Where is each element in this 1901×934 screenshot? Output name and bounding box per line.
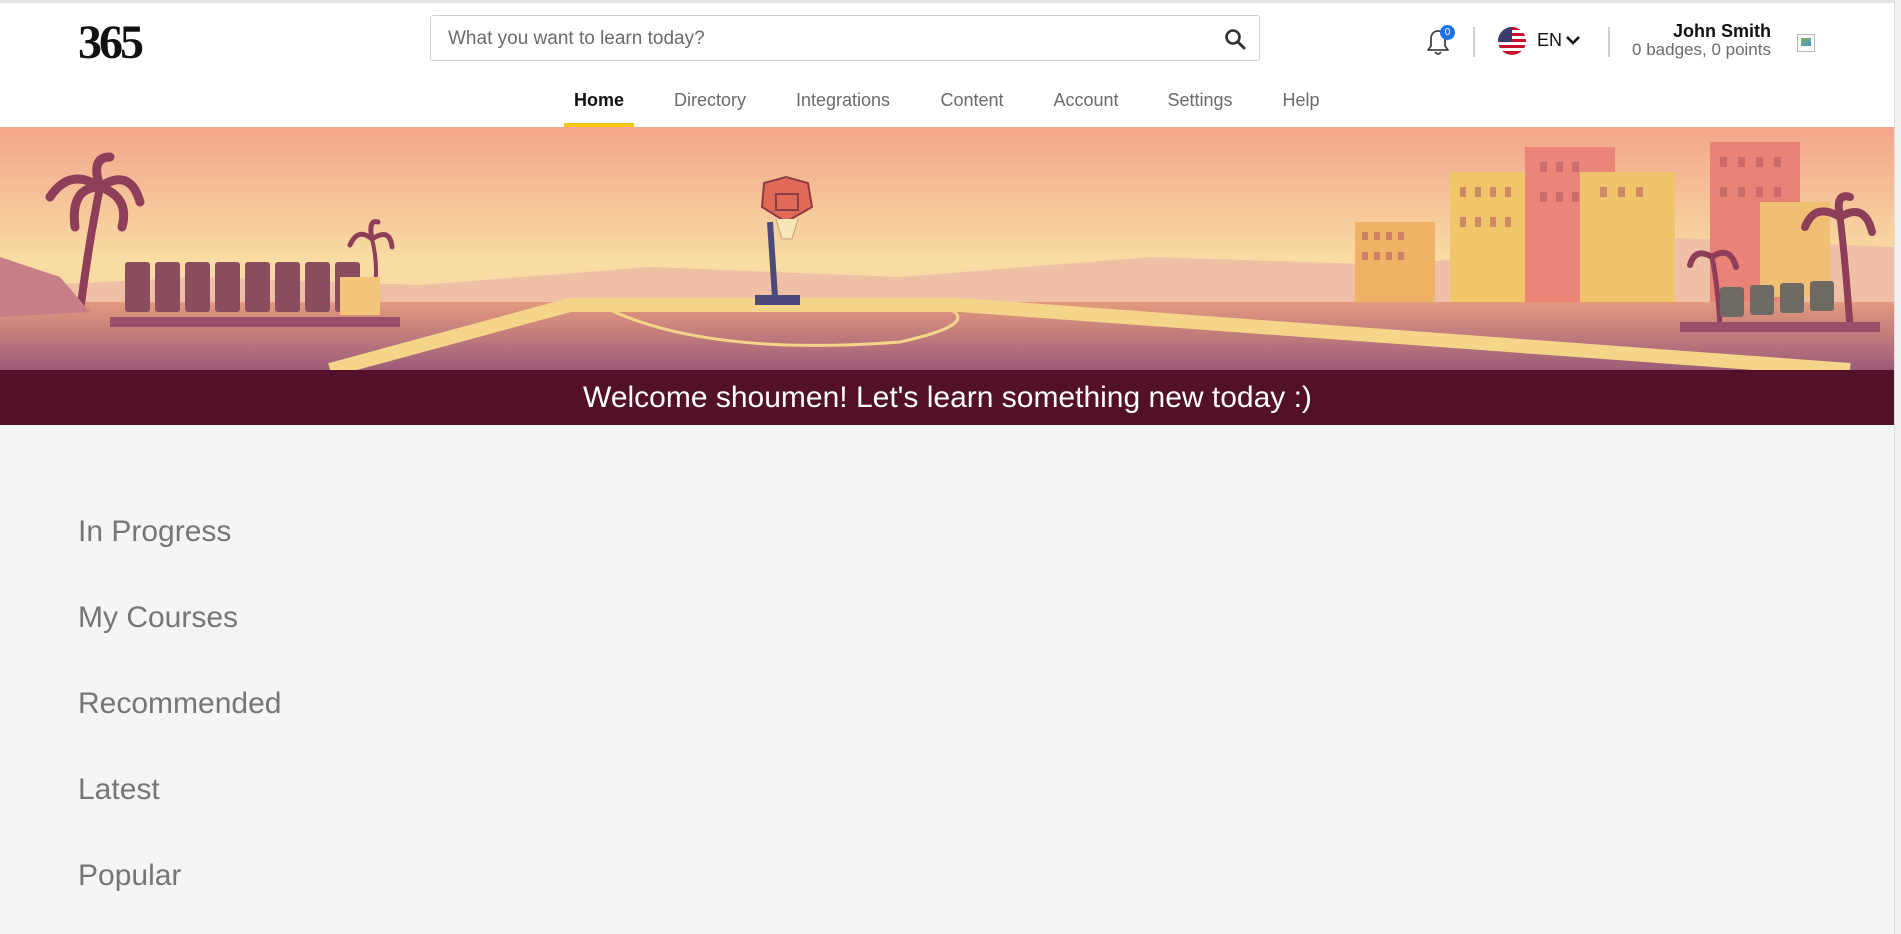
section-recommended: Recommended xyxy=(78,687,282,720)
top-header: 365 0 EN John Smith 0 badges, 0 points H… xyxy=(0,3,1895,130)
user-name[interactable]: John Smith xyxy=(1673,21,1771,42)
header-divider xyxy=(1608,27,1610,57)
welcome-banner: Welcome shoumen! Let's learn something n… xyxy=(0,370,1895,425)
section-latest: Latest xyxy=(78,773,160,806)
search-icon[interactable] xyxy=(1223,27,1247,51)
section-in-progress: In Progress xyxy=(78,515,232,548)
user-stats: 0 badges, 0 points xyxy=(1632,40,1771,59)
search-box[interactable] xyxy=(430,15,1260,62)
tab-directory[interactable]: Directory xyxy=(666,83,754,127)
section-popular: Popular xyxy=(78,859,182,892)
hero-banner xyxy=(0,127,1895,370)
tab-settings[interactable]: Settings xyxy=(1162,83,1238,127)
tab-account[interactable]: Account xyxy=(1048,83,1124,127)
avatar[interactable] xyxy=(1797,34,1815,52)
main-nav: Home Directory Integrations Content Acco… xyxy=(0,83,1901,127)
tab-integrations[interactable]: Integrations xyxy=(790,83,896,127)
us-flag-icon[interactable] xyxy=(1498,27,1526,55)
chevron-down-icon[interactable] xyxy=(1565,33,1581,47)
section-my-courses: My Courses xyxy=(78,601,239,634)
page-scrollbar[interactable] xyxy=(1894,0,1901,934)
basketball-court-illustration xyxy=(0,127,1895,370)
tab-help[interactable]: Help xyxy=(1276,83,1326,127)
notification-count-badge: 0 xyxy=(1440,25,1455,40)
search-input[interactable] xyxy=(446,16,1210,62)
app-logo[interactable]: 365 xyxy=(78,19,144,67)
tab-content[interactable]: Content xyxy=(934,83,1010,127)
header-divider xyxy=(1473,27,1475,57)
language-code[interactable]: EN xyxy=(1537,30,1562,51)
tab-home[interactable]: Home xyxy=(564,83,634,127)
